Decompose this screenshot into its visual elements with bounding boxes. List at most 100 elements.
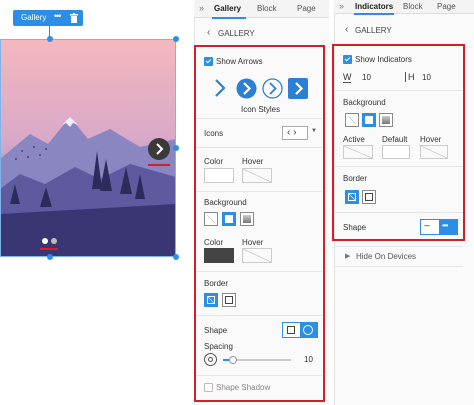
no-border-icon (207, 296, 215, 304)
bg-hover-label: Hover (242, 238, 264, 247)
show-arrows-checkbox[interactable] (204, 57, 213, 66)
width-icon-underline (343, 82, 351, 83)
ind-shape-label: Shape (343, 223, 367, 232)
ind-border-none-button[interactable] (345, 190, 359, 204)
icons-label: Icons (204, 129, 224, 138)
gallery-next-arrow[interactable] (148, 138, 170, 160)
color-label: Color (204, 157, 224, 166)
hide-devices-caret-icon[interactable]: ▶ (345, 252, 350, 260)
tab-block[interactable]: Block (257, 4, 277, 13)
panel2-tabbar: » Indicators Block Page (334, 0, 474, 14)
gallery-label[interactable]: Gallery (21, 13, 46, 22)
shape-shadow-label: Shape Shadow (216, 383, 271, 392)
hide-on-devices-label[interactable]: Hide On Devices (356, 252, 416, 261)
arrow-style-outline-circle-icon[interactable] (262, 78, 283, 99)
width-label: W (343, 72, 352, 82)
resize-handle-bottom[interactable] (47, 254, 53, 260)
hover-label: Hover (242, 157, 264, 166)
spacing-icon (204, 353, 217, 366)
height-value[interactable]: 10 (422, 73, 431, 82)
back-chevron-icon[interactable]: ‹ (207, 27, 210, 38)
image-fill-icon-2 (382, 116, 390, 124)
ind-bg-image-button[interactable] (379, 113, 393, 127)
gallery-toolbar[interactable]: Gallery ••• (13, 10, 83, 26)
collapse-icon-2[interactable]: » (339, 1, 344, 11)
chevron-down-icon[interactable]: ▼ (311, 128, 317, 134)
shape-shadow-checkbox[interactable] (204, 383, 213, 392)
no-fill-icon-2 (348, 116, 356, 124)
trash-icon[interactable] (70, 13, 78, 23)
bg-color-label: Color (204, 238, 224, 247)
icons-select[interactable]: ‹ › (282, 126, 308, 140)
image-fill-icon (243, 215, 251, 223)
dots-icon: ••• (442, 221, 448, 230)
resize-handle-bottom-right[interactable] (173, 254, 179, 260)
ind-hover-swatch[interactable] (420, 145, 448, 159)
background-label: Background (204, 198, 247, 207)
resize-handle-top-right[interactable] (173, 36, 179, 42)
border-solid-button[interactable] (222, 293, 236, 307)
width-value[interactable]: 10 (362, 73, 371, 82)
arrow-hover-swatch[interactable] (242, 168, 272, 183)
resize-handle-right[interactable] (173, 145, 179, 151)
tab-active-underline (212, 17, 246, 19)
height-label: H (408, 72, 415, 82)
bg-solid-button[interactable] (222, 212, 236, 226)
ind-border-solid-button[interactable] (362, 190, 376, 204)
chevron-right-icon (156, 143, 164, 155)
shape-circle-button[interactable] (300, 323, 317, 337)
arrow-style-filled-circle-icon[interactable] (236, 78, 257, 99)
tab-page-2[interactable]: Page (437, 2, 456, 11)
spacing-label: Spacing (204, 342, 233, 351)
arrow-style-plain-icon[interactable] (211, 78, 229, 98)
shape-toggle (282, 322, 318, 338)
default-label: Default (382, 135, 408, 144)
show-arrows-label: Show Arrows (216, 57, 263, 66)
tab-indicators[interactable]: Indicators (355, 2, 393, 11)
solid-fill-icon (225, 215, 233, 223)
arrow-color-swatch[interactable] (204, 168, 234, 183)
spacing-slider-track[interactable] (223, 356, 291, 364)
show-indicators-label: Show Indicators (355, 55, 412, 64)
resize-handle-top[interactable] (47, 36, 53, 42)
border-none-button[interactable] (204, 293, 218, 307)
back-chevron-icon-2[interactable]: ‹ (345, 24, 348, 35)
tab-page[interactable]: Page (297, 4, 316, 13)
collapse-icon[interactable]: » (199, 3, 204, 13)
panel1-tabbar: » Gallery Block Page (194, 0, 329, 18)
no-fill-icon (207, 215, 215, 223)
height-icon-bar (405, 72, 406, 82)
shape-label: Shape (204, 326, 228, 335)
circle-icon (303, 325, 313, 335)
back-label-2[interactable]: GALLERY (355, 26, 392, 35)
ind-shape-dots-button[interactable]: ••• (439, 220, 457, 234)
spacing-value: 10 (304, 355, 313, 364)
tab-block-2[interactable]: Block (403, 2, 423, 11)
indicator-dot[interactable] (51, 238, 57, 244)
toolbar-connector (49, 26, 50, 38)
ind-bg-none-button[interactable] (345, 113, 359, 127)
ind-shape-line-button[interactable]: --- (421, 220, 439, 234)
indicator-dot-active[interactable] (42, 238, 48, 244)
ind-shape-toggle: --- ••• (420, 219, 458, 235)
more-icon[interactable]: ••• (54, 11, 62, 21)
bg-color-swatch[interactable] (204, 248, 234, 263)
icon-styles-label: Icon Styles (241, 105, 281, 114)
arrow-style-square-icon[interactable] (288, 78, 308, 99)
solid-border-icon-2 (365, 193, 373, 201)
ind-active-swatch[interactable] (343, 145, 373, 159)
shape-square-button[interactable] (283, 323, 300, 337)
bg-none-button[interactable] (204, 212, 218, 226)
bg-image-button[interactable] (240, 212, 254, 226)
tab-gallery[interactable]: Gallery (214, 4, 241, 13)
show-indicators-checkbox[interactable] (343, 55, 352, 64)
ind-default-swatch[interactable] (382, 145, 410, 159)
back-label[interactable]: GALLERY (218, 29, 255, 38)
border-label: Border (204, 279, 229, 288)
bg-hover-swatch[interactable] (242, 248, 272, 263)
ind-bg-solid-button[interactable] (362, 113, 376, 127)
indicator-highlight-mark (40, 248, 58, 250)
no-border-icon-2 (348, 193, 356, 201)
square-icon (287, 326, 295, 334)
tab-active-underline-2 (354, 13, 394, 15)
